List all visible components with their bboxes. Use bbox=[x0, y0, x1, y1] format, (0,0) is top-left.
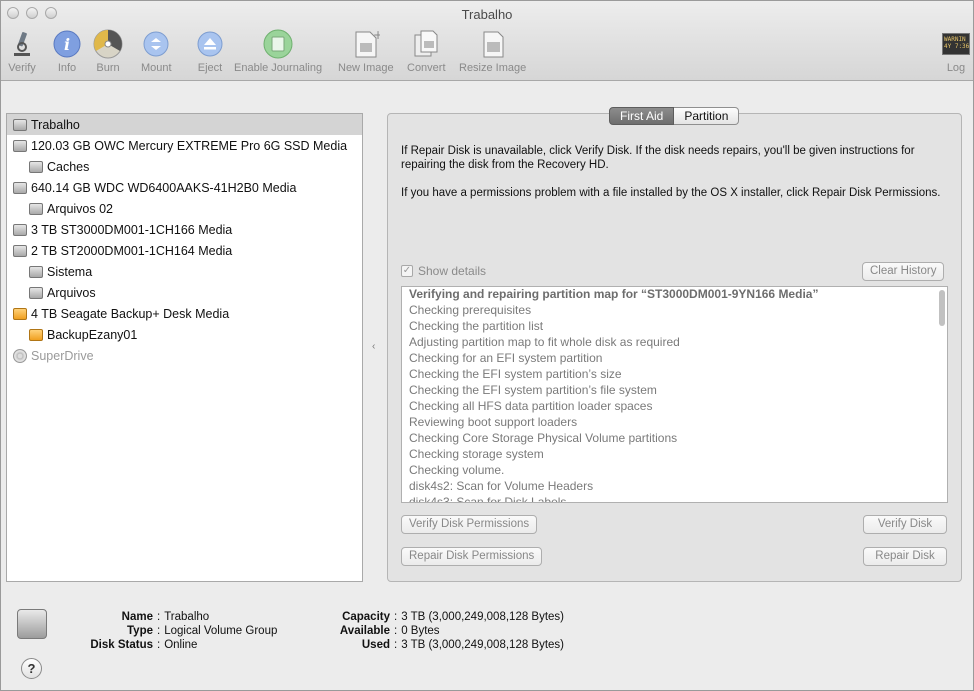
convert-toolbar-button[interactable]: Convert bbox=[407, 29, 446, 74]
svg-text:i: i bbox=[64, 35, 70, 54]
window-title: Trabalho bbox=[461, 7, 513, 22]
disk-list-item[interactable]: 4 TB Seagate Backup+ Desk Media bbox=[7, 303, 362, 324]
log-line: Checking all HFS data partition loader s… bbox=[409, 399, 653, 413]
log-console-icon: WARNIN 4Y 7:36 bbox=[941, 29, 971, 59]
disk-info-right: Capacity:3 TB (3,000,249,008,128 Bytes) … bbox=[339, 611, 565, 651]
resize-image-toolbar-button[interactable]: Resize Image bbox=[459, 29, 526, 74]
burn-toolbar-button[interactable]: Burn bbox=[93, 29, 123, 74]
new-image-toolbar-button[interactable]: + New Image bbox=[338, 29, 394, 74]
hard-drive-icon bbox=[13, 244, 27, 257]
help-button[interactable]: ? bbox=[21, 658, 42, 679]
disk-list-item[interactable]: Arquivos 02 bbox=[7, 198, 362, 219]
log-line: disk4s2: Scan for Volume Headers bbox=[409, 479, 594, 493]
hard-drive-icon bbox=[13, 181, 27, 194]
verify-toolbar-button[interactable]: Verify bbox=[7, 29, 37, 74]
svg-text:+: + bbox=[373, 29, 380, 42]
log-line: Checking storage system bbox=[409, 447, 544, 461]
disk-list-item[interactable]: 640.14 GB WDC WD6400AAKS-41H2B0 Media bbox=[7, 177, 362, 198]
verify-disk-button[interactable]: Verify Disk bbox=[863, 515, 947, 534]
first-aid-log[interactable]: Verifying and repairing partition map fo… bbox=[401, 286, 948, 503]
external-drive-icon bbox=[13, 307, 27, 320]
selected-disk-icon bbox=[17, 609, 47, 639]
clear-history-button[interactable]: Clear History bbox=[862, 262, 945, 281]
volume-icon bbox=[29, 265, 43, 278]
disk-list-item[interactable]: Sistema bbox=[7, 261, 362, 282]
tab-bar: First Aid Partition bbox=[609, 107, 740, 125]
new-image-icon: + bbox=[351, 29, 381, 59]
volume-icon bbox=[29, 202, 43, 215]
hard-drive-icon bbox=[13, 139, 27, 152]
disk-list-item[interactable]: 3 TB ST3000DM001-1CH166 Media bbox=[7, 219, 362, 240]
mount-toolbar-button[interactable]: Mount bbox=[141, 29, 172, 74]
log-line: Checking the partition list bbox=[409, 319, 544, 333]
microscope-icon bbox=[7, 29, 37, 59]
permissions-instructions: If you have a permissions problem with a… bbox=[401, 187, 941, 199]
log-line: Checking volume. bbox=[409, 463, 505, 477]
log-toolbar-button[interactable]: WARNIN 4Y 7:36 Log bbox=[941, 29, 971, 74]
disk-list-item[interactable]: 120.03 GB OWC Mercury EXTREME Pro 6G SSD… bbox=[7, 135, 362, 156]
show-details-checkbox[interactable]: ✓ Show details bbox=[401, 264, 486, 278]
disk-status-value: Online bbox=[164, 639, 198, 651]
disk-info-left: Name: Trabalho Type: Logical Volume Group … bbox=[90, 611, 278, 651]
external-volume-icon bbox=[29, 328, 43, 341]
log-line: Checking Core Storage Physical Volume pa… bbox=[409, 431, 678, 445]
optical-drive-icon bbox=[13, 348, 27, 363]
log-line: Checking for an EFI system partition bbox=[409, 351, 603, 365]
tab-partition[interactable]: Partition bbox=[674, 107, 740, 125]
checkmark-icon: ✓ bbox=[401, 265, 413, 277]
log-line: Checking the EFI system partition’s file… bbox=[409, 383, 657, 397]
journaling-icon bbox=[263, 29, 293, 59]
disk-list-item[interactable]: Arquivos bbox=[7, 282, 362, 303]
log-scrollbar[interactable] bbox=[939, 290, 945, 326]
disk-list-item[interactable]: Caches bbox=[7, 156, 362, 177]
disk-type-value: Logical Volume Group bbox=[164, 625, 278, 637]
tab-first-aid[interactable]: First Aid bbox=[609, 107, 675, 125]
capacity-value: 3 TB (3,000,249,008,128 Bytes) bbox=[401, 611, 565, 623]
repair-disk-permissions-button[interactable]: Repair Disk Permissions bbox=[401, 547, 543, 566]
log-heading: Verifying and repairing partition map fo… bbox=[409, 287, 819, 301]
disk-list-item[interactable]: BackupEzany01 bbox=[7, 324, 362, 345]
enable-journaling-toolbar-button[interactable]: Enable Journaling bbox=[234, 29, 322, 74]
split-view-handle[interactable]: ‹ bbox=[372, 341, 375, 352]
log-line: Checking prerequisites bbox=[409, 303, 532, 317]
eject-toolbar-button[interactable]: Eject bbox=[195, 29, 225, 74]
repair-disk-instructions: If Repair Disk is unavailable, click Ver… bbox=[401, 145, 915, 171]
verify-disk-permissions-button[interactable]: Verify Disk Permissions bbox=[401, 515, 538, 534]
volume-group-icon bbox=[13, 118, 27, 131]
log-line: Checking the EFI system partition’s size bbox=[409, 367, 622, 381]
volume-icon bbox=[29, 286, 43, 299]
mount-icon bbox=[141, 29, 171, 59]
disk-list-item[interactable]: SuperDrive bbox=[7, 345, 362, 366]
convert-icon bbox=[411, 29, 441, 59]
toolbar: Trabalho Verify i Info Burn Mount Eject … bbox=[1, 1, 973, 81]
info-toolbar-button[interactable]: i Info bbox=[52, 29, 82, 74]
log-line: Adjusting partition map to fit whole dis… bbox=[409, 335, 680, 349]
info-icon: i bbox=[52, 29, 82, 59]
repair-disk-button[interactable]: Repair Disk bbox=[863, 547, 947, 566]
burn-disc-icon bbox=[93, 29, 123, 59]
volume-icon bbox=[29, 160, 43, 173]
log-line: disk4s3: Scan for Disk Labels bbox=[409, 495, 567, 503]
hard-drive-icon bbox=[13, 223, 27, 236]
available-value: 0 Bytes bbox=[401, 625, 440, 637]
disk-list[interactable]: Trabalho 120.03 GB OWC Mercury EXTREME P… bbox=[6, 113, 363, 582]
disk-utility-window: Trabalho Verify i Info Burn Mount Eject … bbox=[0, 0, 974, 691]
first-aid-panel: First Aid Partition If Repair Disk is un… bbox=[387, 107, 962, 582]
resize-image-icon bbox=[478, 29, 508, 59]
used-value: 3 TB (3,000,249,008,128 Bytes) bbox=[401, 639, 565, 651]
log-line: Reviewing boot support loaders bbox=[409, 415, 578, 429]
disk-list-item[interactable]: Trabalho bbox=[7, 114, 362, 135]
disk-list-item[interactable]: 2 TB ST2000DM001-1CH164 Media bbox=[7, 240, 362, 261]
disk-name-value: Trabalho bbox=[164, 611, 210, 623]
eject-icon bbox=[195, 29, 225, 59]
